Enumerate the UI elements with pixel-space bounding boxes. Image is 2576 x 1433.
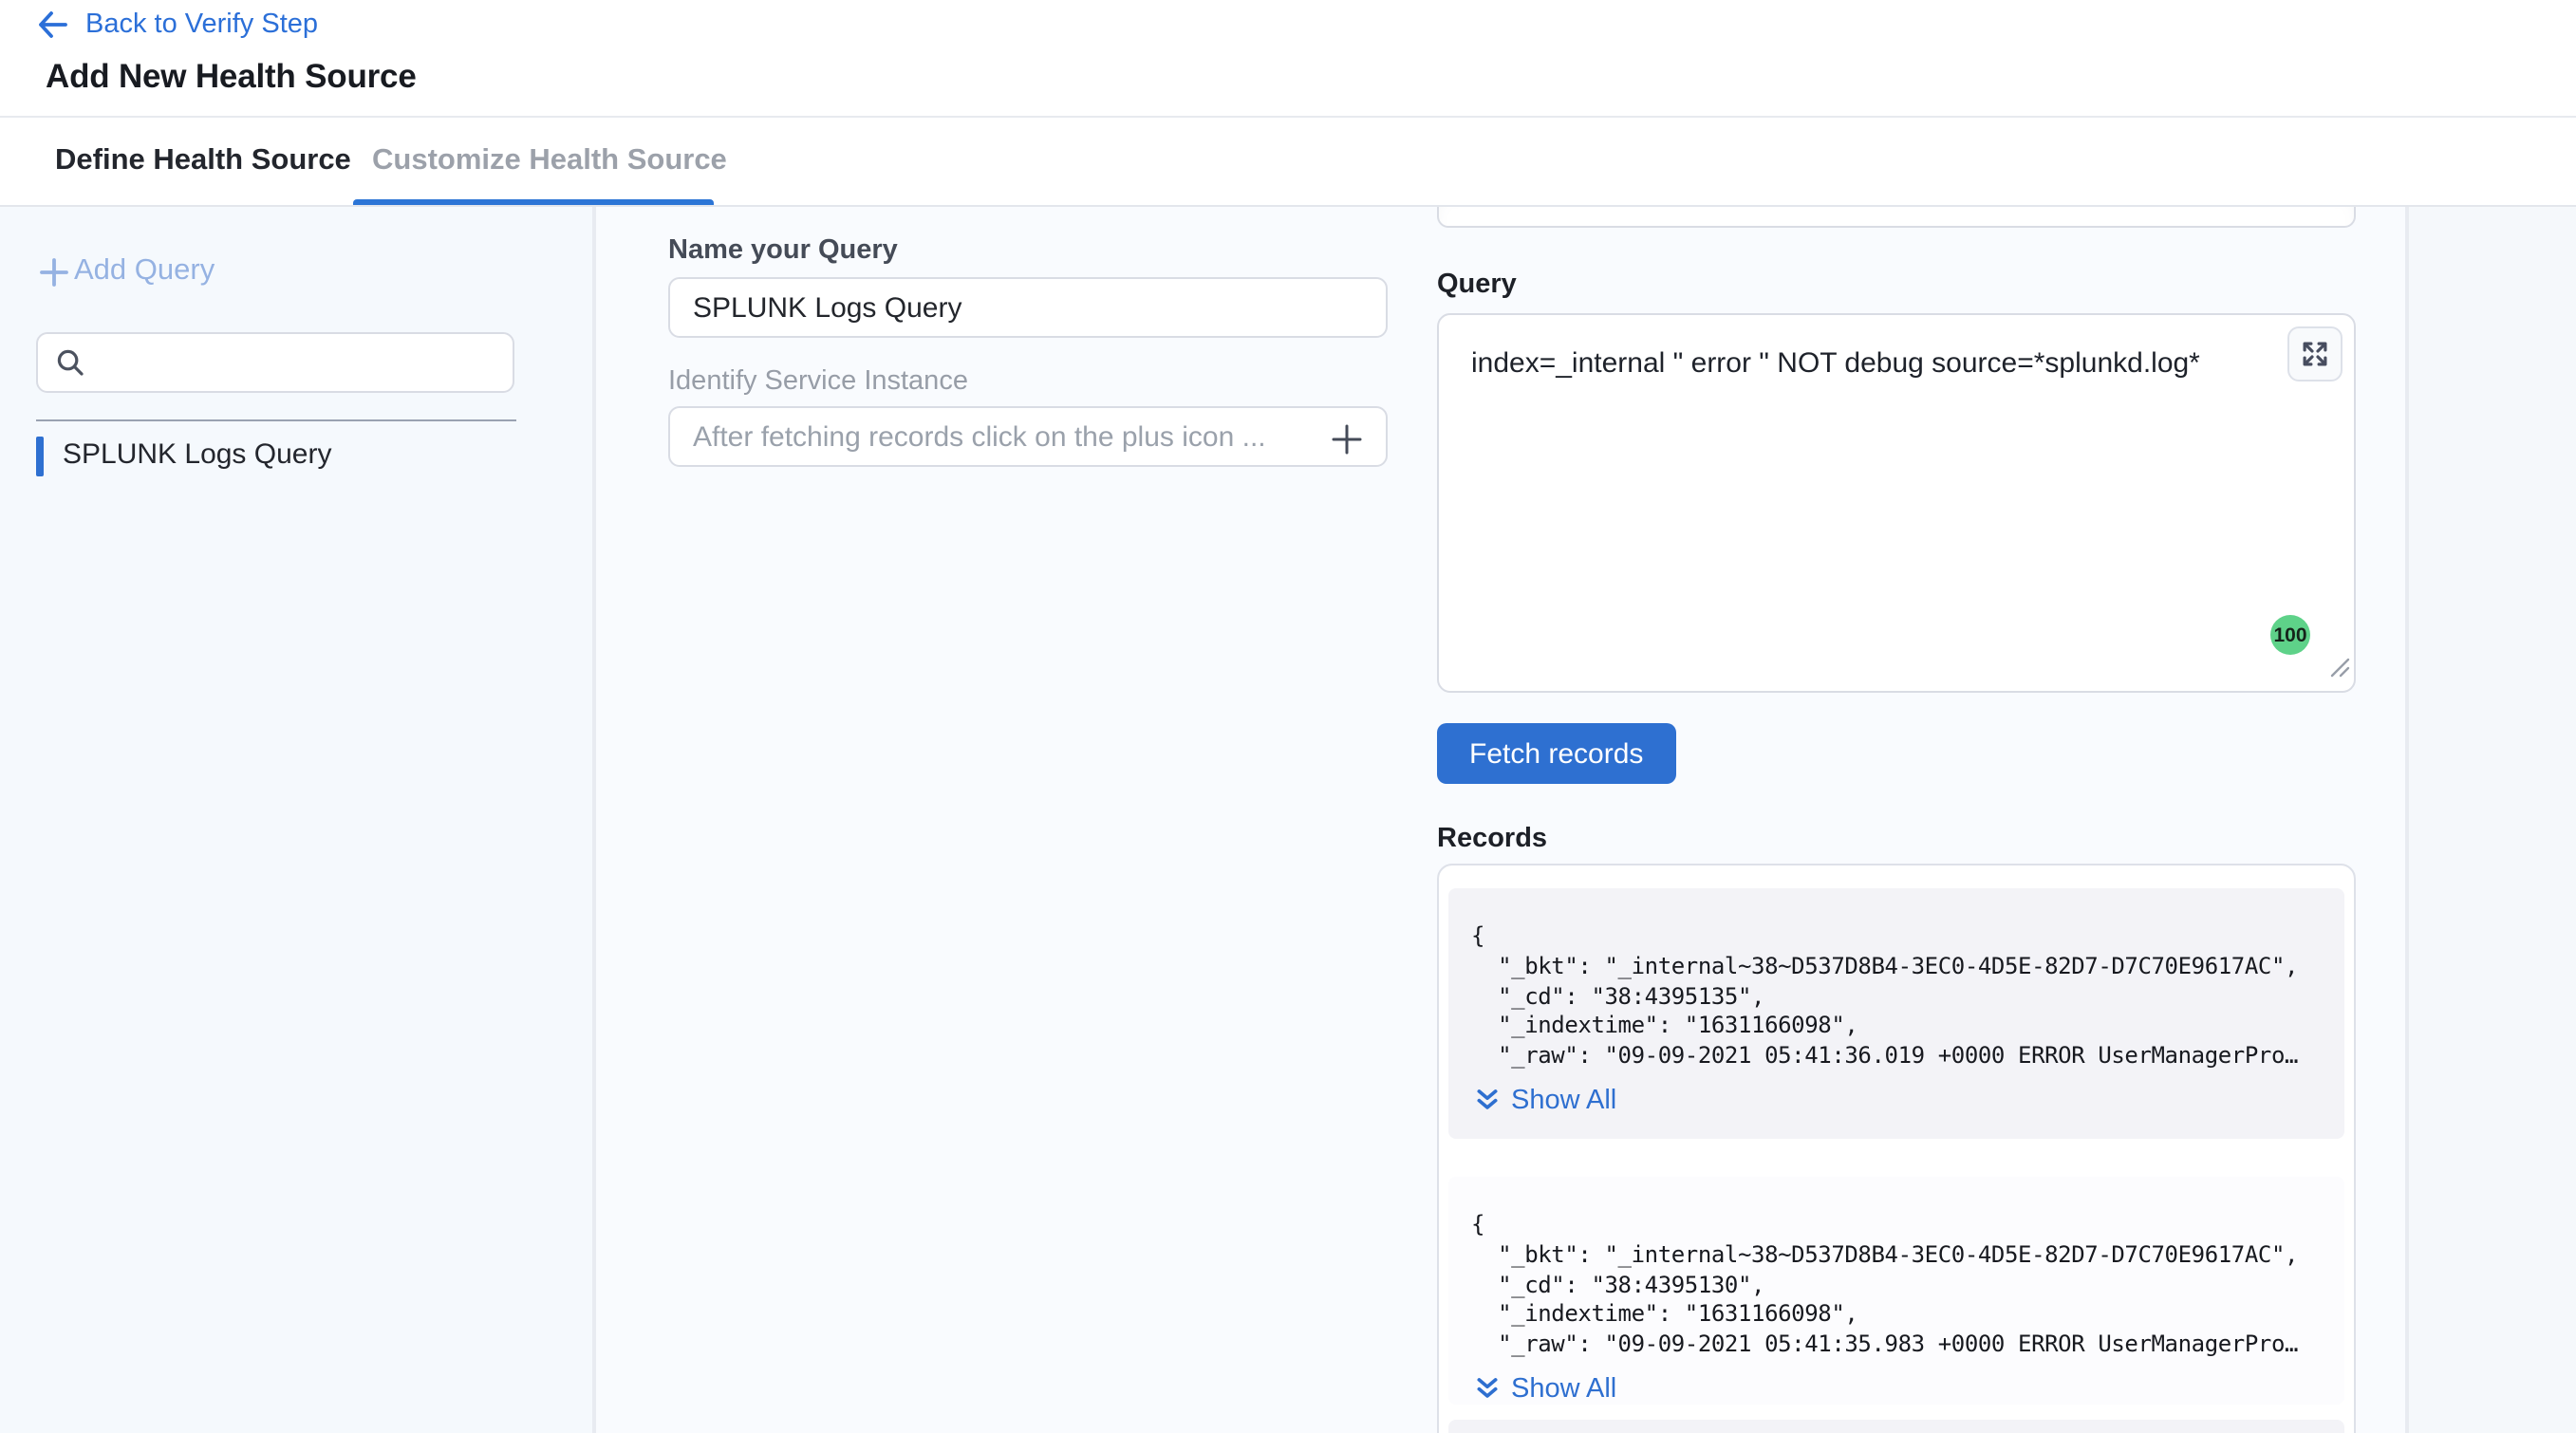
back-link[interactable]: Back to Verify Step xyxy=(36,9,318,40)
records-panel: { "_bkt": "_internal~38~D537D8B4-3EC0-4D… xyxy=(1437,864,2356,1433)
add-query-label: Add Query xyxy=(74,254,215,288)
record-item-1: { "_bkt": "_internal~38~D537D8B4-3EC0-4D… xyxy=(1448,888,2344,1139)
record-item-3-partial xyxy=(1448,1420,2344,1433)
plus-icon xyxy=(38,255,70,288)
tab-bar: Define Health Source Customize Health So… xyxy=(0,118,2576,207)
selected-indicator-bar xyxy=(36,437,44,476)
service-instance-label: Identify Service Instance xyxy=(668,366,968,397)
add-query-button[interactable]: Add Query xyxy=(38,254,215,288)
query-search-box[interactable] xyxy=(36,332,514,393)
show-all-label: Show All xyxy=(1511,1086,1616,1116)
sidebar-divider xyxy=(36,419,516,421)
expand-icon xyxy=(2301,340,2329,368)
fetch-records-button[interactable]: Fetch records xyxy=(1437,723,1675,784)
query-label: Query xyxy=(1437,270,1517,300)
query-text: index=_internal " error " NOT debug sour… xyxy=(1471,345,2267,383)
search-input[interactable] xyxy=(99,347,478,378)
right-rail xyxy=(2409,207,2576,1433)
service-instance-plus-button[interactable] xyxy=(1325,418,1367,459)
query-sidebar: Add Query SPLUNK Logs Query xyxy=(0,207,596,1433)
clipped-input[interactable] xyxy=(1437,207,2356,228)
plus-icon xyxy=(1330,422,1362,455)
content-area: Add Query SPLUNK Logs Query Name your Qu… xyxy=(0,207,2576,1433)
query-editor[interactable]: index=_internal " error " NOT debug sour… xyxy=(1437,313,2356,693)
page-header: Back to Verify Step Add New Health Sourc… xyxy=(0,0,2576,118)
back-link-label: Back to Verify Step xyxy=(85,9,318,40)
record-json: { "_bkt": "_internal~38~D537D8B4-3EC0-4D… xyxy=(1471,1211,2333,1361)
show-all-link[interactable]: Show All xyxy=(1475,1086,1616,1116)
clipped-field-wrapper xyxy=(1437,207,2356,230)
service-instance-input[interactable] xyxy=(668,406,1388,467)
show-all-label: Show All xyxy=(1511,1374,1616,1405)
double-chevron-down-icon xyxy=(1475,1377,1500,1402)
record-item-2: { "_bkt": "_internal~38~D537D8B4-3EC0-4D… xyxy=(1448,1177,2344,1405)
show-all-link[interactable]: Show All xyxy=(1475,1374,1616,1405)
back-arrow-icon xyxy=(36,9,68,40)
query-item-label: SPLUNK Logs Query xyxy=(63,438,331,471)
app-root: Back to Verify Step Add New Health Sourc… xyxy=(0,0,2576,1433)
expand-query-button[interactable] xyxy=(2287,326,2343,382)
double-chevron-down-icon xyxy=(1475,1089,1500,1113)
tab-customize-health-source[interactable]: Customize Health Source xyxy=(372,118,727,205)
resize-handle-icon[interactable] xyxy=(2329,653,2350,687)
query-name-input[interactable] xyxy=(668,277,1388,338)
search-icon xyxy=(55,347,85,378)
name-query-label: Name your Query xyxy=(668,235,898,266)
record-json: { "_bkt": "_internal~38~D537D8B4-3EC0-4D… xyxy=(1471,922,2333,1072)
sidebar-item-splunk-logs-query[interactable]: SPLUNK Logs Query xyxy=(0,433,596,482)
tab-define-health-source[interactable]: Define Health Source xyxy=(55,118,351,205)
active-tab-indicator xyxy=(353,199,714,205)
record-count-badge: 100 xyxy=(2270,615,2310,655)
records-label: Records xyxy=(1437,824,1547,854)
page-title: Add New Health Source xyxy=(46,57,417,97)
